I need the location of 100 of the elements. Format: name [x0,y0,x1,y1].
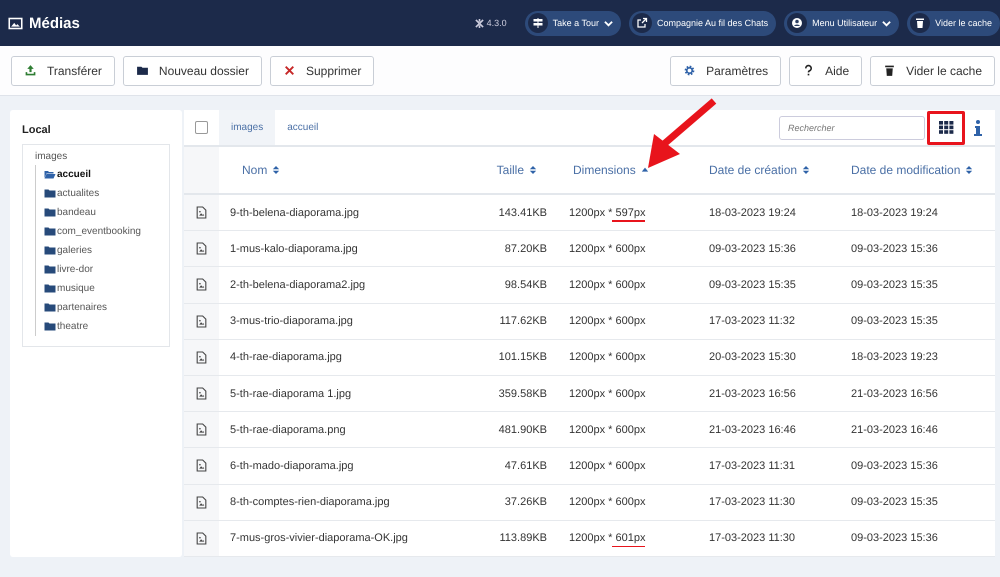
modification-date: 18-03-2023 19:24 [850,206,939,219]
toolbar-button[interactable]: Supprimer [270,56,374,86]
select-all-checkbox[interactable] [195,121,208,134]
file-name: 6-th-mado-diaporama.jpg [229,460,355,472]
image-file-icon [196,242,207,256]
column-header[interactable]: Dimensions [573,162,636,177]
file-size: 101.15KB [498,351,547,364]
trash-icon [914,17,926,29]
dimensions-cell: 1200px * 601px [569,532,646,544]
image-icon [8,16,23,30]
close-icon [282,64,296,77]
folder-icon [44,208,56,217]
file-size: 87.20KB [504,242,547,255]
toolbar-button[interactable]: Transférer [11,56,115,86]
file-size: 143.41KB [498,206,547,219]
folder-icon [44,284,56,293]
file-name: 1-mus-kalo-diaporama.jpg [229,242,359,255]
toolbar-button[interactable]: Nouveau dossier [122,56,262,86]
tree-item[interactable]: actualites [35,184,169,203]
file-name: 4-th-rae-diaporama.jpg [229,351,343,364]
tree-item[interactable]: partenaires [35,298,169,317]
column-header[interactable]: Nom [242,162,268,177]
modification-date: 18-03-2023 19:23 [850,351,939,364]
dimensions-cell: 1200px * 600px [569,424,646,436]
search-field[interactable]: Rechercher [779,116,925,140]
folder-icon [44,303,56,312]
sidebar-title: Local [22,124,52,136]
creation-date: 21-03-2023 16:46 [708,424,797,436]
dimensions-cell: 1200px * 600px [569,388,646,400]
dimensions-cell: 1200px * 597px [569,206,646,219]
header-button[interactable]: Vider le cache [907,10,1000,36]
dimensions-cell: 1200px * 600px [569,315,646,328]
column-header[interactable]: Date de création [709,162,798,177]
version-label: 4.3.0 [486,18,507,28]
modification-date: 09-03-2023 15:36 [850,242,939,255]
file-name: 5-th-rae-diaporama 1.jpg [229,388,352,400]
user-icon [791,17,804,29]
external-link-icon [636,17,648,29]
creation-date: 17-03-2023 11:30 [708,496,796,508]
creation-date: 18-03-2023 19:24 [708,206,797,219]
folder-icon [44,189,56,198]
file-size: 37.26KB [504,496,547,508]
image-file-icon [196,387,207,400]
toolbar-button[interactable]: Vider le cache [870,56,995,86]
modification-date: 09-03-2023 15:35 [850,315,939,328]
grid-icon [938,121,954,134]
tree-item[interactable]: theatre [35,317,169,336]
modification-date: 21-03-2023 16:56 [850,388,939,400]
column-header[interactable]: Taille [496,162,524,177]
tree-item[interactable]: com_eventbooking [35,222,169,241]
creation-date: 17-03-2023 11:32 [708,315,796,328]
image-file-icon [196,350,207,364]
header-button[interactable]: Take a Tour [524,10,622,36]
upload-icon [24,64,37,77]
image-file-icon [196,314,207,328]
tree-item[interactable]: bandeau [35,203,169,222]
modification-date: 21-03-2023 16:46 [850,424,939,436]
file-name: 9-th-belena-diaporama.jpg [229,206,360,219]
folder-icon [44,322,56,331]
page-title: Médias [29,14,80,32]
open-folder-icon [44,170,56,179]
header-button[interactable]: Menu Utilisateur [784,10,900,36]
toolbar-button[interactable]: Paramètres [670,56,782,86]
creation-date: 21-03-2023 16:56 [708,388,797,400]
toolbar-button[interactable]: Aide [789,56,862,86]
header-button[interactable]: Compagnie Au fil des Chats [629,10,776,36]
image-file-icon [196,423,207,436]
file-size: 98.54KB [504,278,547,291]
file-name: 7-mus-gros-vivier-diaporama-OK.jpg [229,532,409,544]
image-file-icon [196,206,207,220]
settings-icon [683,64,696,77]
file-name: 5-th-rae-diaporama.png [229,424,347,436]
file-name: 2-th-belena-diaporama2.jpg [229,278,366,291]
tree-item[interactable]: accueil [35,165,169,184]
file-size: 47.61KB [504,460,547,472]
creation-date: 09-03-2023 15:35 [708,278,797,291]
dimensions-cell: 1200px * 600px [569,460,646,472]
modification-date: 09-03-2023 15:36 [850,532,939,544]
image-file-icon [196,496,207,509]
folder-icon [44,227,56,236]
modification-date: 09-03-2023 15:36 [850,460,939,472]
signpost-icon [532,17,544,29]
creation-date: 09-03-2023 15:36 [708,242,797,255]
modification-date: 09-03-2023 15:35 [850,496,939,508]
breadcrumb-link[interactable]: accueil [275,110,330,145]
creation-date: 17-03-2023 11:31 [708,460,796,472]
tree-item[interactable]: livre-dor [35,260,169,279]
dimensions-cell: 1200px * 600px [569,278,646,291]
column-header[interactable]: Date de modification [851,162,960,177]
breadcrumb-link[interactable]: images [219,110,276,145]
info-icon[interactable] [973,120,983,136]
tree-item[interactable]: galeries [35,241,169,260]
tree-item[interactable]: images [35,151,169,162]
grid-view-button[interactable] [927,110,965,144]
file-size: 481.90KB [498,424,547,436]
file-size: 117.62KB [498,315,547,328]
file-size: 113.89KB [498,532,547,544]
tree-item[interactable]: musique [35,279,169,298]
file-name: 3-mus-trio-diaporama.jpg [229,315,354,328]
folder-icon [44,246,56,255]
